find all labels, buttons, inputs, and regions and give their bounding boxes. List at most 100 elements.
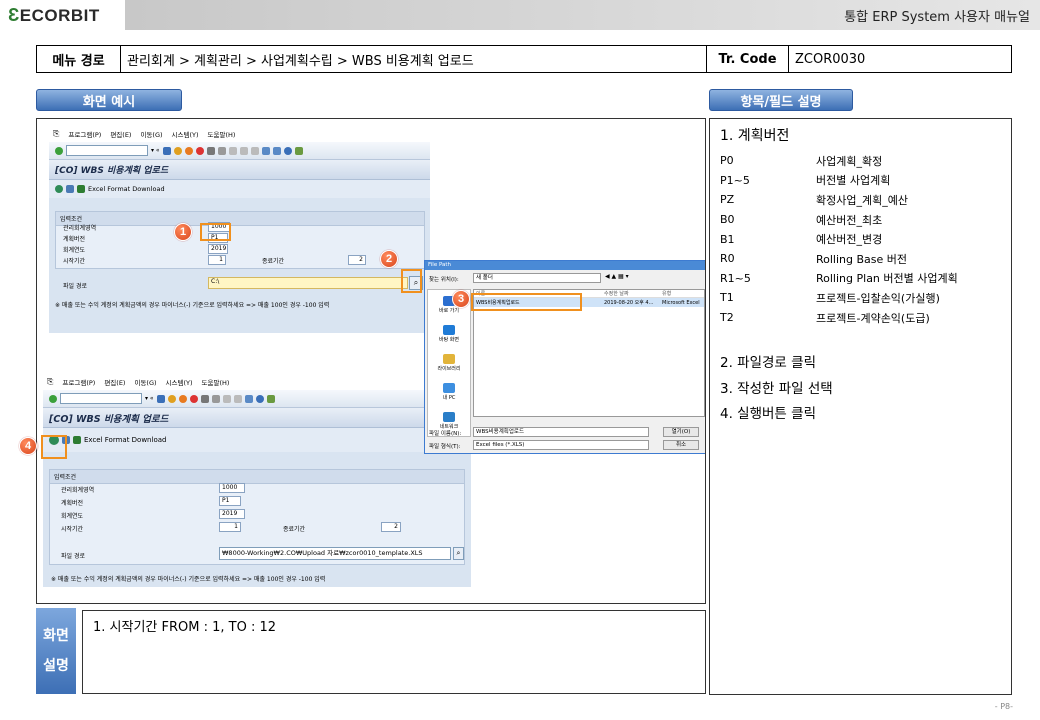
highlight-browse: [401, 269, 422, 293]
lookin-select[interactable]: 새 폴더: [473, 273, 601, 283]
page3-icon[interactable]: [250, 146, 259, 155]
network-icon: [443, 411, 455, 422]
app-toolbar: Excel Format Download: [49, 180, 430, 198]
year-input[interactable]: 2019: [208, 244, 228, 254]
find-icon[interactable]: [217, 146, 226, 155]
place-pc[interactable]: 내 PC: [428, 377, 470, 406]
sap-toolbar: ▾ «: [49, 142, 430, 160]
field-code: B1: [720, 232, 735, 246]
field-desc-tab: 항목/필드 설명: [709, 89, 853, 111]
place-pc-label: 내 PC: [442, 394, 456, 401]
page-number: - P8-: [994, 702, 1013, 711]
field-desc: 확정사업_계획_예산: [816, 193, 908, 207]
label2-path: 파일 경로: [61, 553, 85, 560]
version2-input[interactable]: P1: [219, 496, 241, 506]
window-icon[interactable]: [261, 146, 270, 155]
page2-icon[interactable]: [239, 146, 248, 155]
layout-icon[interactable]: [272, 146, 281, 155]
chevron-down-icon[interactable]: ▾ «: [151, 147, 160, 154]
menu2-goto[interactable]: 이동(G): [134, 377, 156, 387]
exit-icon[interactable]: [184, 146, 193, 155]
highlight-version: [200, 223, 231, 241]
page5-icon[interactable]: [233, 394, 242, 403]
menu2-program[interactable]: 프로그램(P): [62, 377, 95, 387]
menu2-system[interactable]: 시스템(Y): [166, 377, 193, 387]
excel2-download-button[interactable]: Excel Format Download: [84, 436, 166, 444]
page4-icon[interactable]: [222, 394, 231, 403]
filetype-select[interactable]: Excel files (*.XLS): [473, 440, 649, 450]
chevron2-down-icon[interactable]: ▾ «: [145, 395, 154, 402]
dialog-title: File Path: [425, 261, 705, 270]
tr-code-label: Tr. Code: [707, 46, 789, 72]
back-icon[interactable]: [173, 146, 182, 155]
path2-input[interactable]: ₩8000-Working₩2.CO₩Upload 자료₩zcor0010_te…: [219, 547, 451, 560]
page-icon[interactable]: [228, 146, 237, 155]
menu-system[interactable]: 시스템(Y): [172, 129, 199, 139]
menu2-edit[interactable]: 편집(E): [104, 377, 125, 387]
window2-icon[interactable]: [244, 394, 253, 403]
place-library[interactable]: 라이브러리: [428, 348, 470, 377]
year2-input[interactable]: 2019: [219, 509, 245, 519]
place-desktop[interactable]: 바탕 화면: [428, 319, 470, 348]
help-icon[interactable]: [283, 146, 292, 155]
settings-icon[interactable]: [294, 146, 303, 155]
filename-label: 파일 이름(N):: [429, 431, 462, 437]
find2-icon[interactable]: [211, 394, 220, 403]
menu-path-label: 메뉴 경로: [37, 46, 121, 72]
help2-icon[interactable]: [255, 394, 264, 403]
app2-toolbar: Excel Format Download: [43, 428, 471, 452]
label2-area: 관리회계영역: [61, 487, 95, 494]
back2-icon[interactable]: [167, 394, 176, 403]
execute-icon[interactable]: [55, 185, 63, 193]
sap-logo-icon: ⎘: [53, 128, 60, 138]
screen-example-box: ⎘ 프로그램(P) 편집(E) 이동(G) 시스템(Y) 도움말(H) ▾ «: [36, 118, 706, 604]
field-row: R0 Rolling Base 버전: [720, 249, 1001, 269]
label-path: 파일 경로: [63, 283, 87, 290]
logo-text: ECORBIT: [19, 6, 100, 25]
label-start: 시작기간: [63, 258, 86, 265]
enter2-icon[interactable]: [49, 394, 57, 403]
nav-buttons-icon[interactable]: ◀ ▲ ▦ ▾: [605, 273, 645, 283]
document-title: 통합 ERP System 사용자 매뉴얼: [844, 10, 1030, 25]
screen-desc-label-2: 설명: [43, 658, 69, 674]
save-icon[interactable]: [162, 146, 171, 155]
start2-input[interactable]: 1: [219, 522, 241, 532]
menu2-help[interactable]: 도움말(H): [202, 377, 230, 387]
cancel2-icon[interactable]: [189, 394, 198, 403]
menu-help[interactable]: 도움말(H): [208, 129, 236, 139]
cancel-button[interactable]: 취소: [663, 440, 699, 450]
group2-title: 입력조건: [50, 470, 464, 484]
command-field[interactable]: [66, 145, 148, 156]
open-button[interactable]: 열기(O): [663, 427, 699, 437]
file2-browse-button[interactable]: ⌕: [453, 547, 464, 560]
start-input[interactable]: 1: [208, 255, 226, 265]
ecorbit-logo: ƐECORBIT: [8, 5, 100, 26]
exit2-icon[interactable]: [178, 394, 187, 403]
label2-start: 시작기간: [61, 526, 84, 533]
path-input[interactable]: C:\: [208, 277, 408, 289]
enter-icon[interactable]: [55, 146, 63, 155]
col-date[interactable]: 수정한 날짜: [604, 290, 662, 297]
menu-edit[interactable]: 편집(E): [110, 129, 131, 139]
end2-input[interactable]: 2: [381, 522, 401, 532]
sap2-title: [CO] WBS 비용계획 업로드: [43, 408, 471, 428]
filename-input[interactable]: WBS비용계획업로드: [473, 427, 649, 437]
save2-icon[interactable]: [156, 394, 165, 403]
cancel-icon[interactable]: [195, 146, 204, 155]
command2-field[interactable]: [60, 393, 142, 404]
step-4: 4. 실행버튼 클릭: [720, 406, 816, 423]
settings2-icon[interactable]: [266, 394, 275, 403]
print2-icon[interactable]: [200, 394, 209, 403]
end-input[interactable]: 2: [348, 255, 366, 265]
menu-program[interactable]: 프로그램(P): [68, 129, 101, 139]
print-icon[interactable]: [206, 146, 215, 155]
col-type[interactable]: 유형: [662, 290, 704, 297]
copy-icon[interactable]: [66, 185, 74, 193]
excel-download-button[interactable]: Excel Format Download: [88, 185, 165, 193]
logo-mark-icon: Ɛ: [8, 5, 20, 25]
field-desc: 사업계획_확정: [816, 154, 883, 168]
area2-input[interactable]: 1000: [219, 483, 245, 493]
step-marker-2: 2: [380, 250, 398, 268]
field-code: PZ: [720, 193, 735, 207]
menu-goto[interactable]: 이동(G): [140, 129, 162, 139]
